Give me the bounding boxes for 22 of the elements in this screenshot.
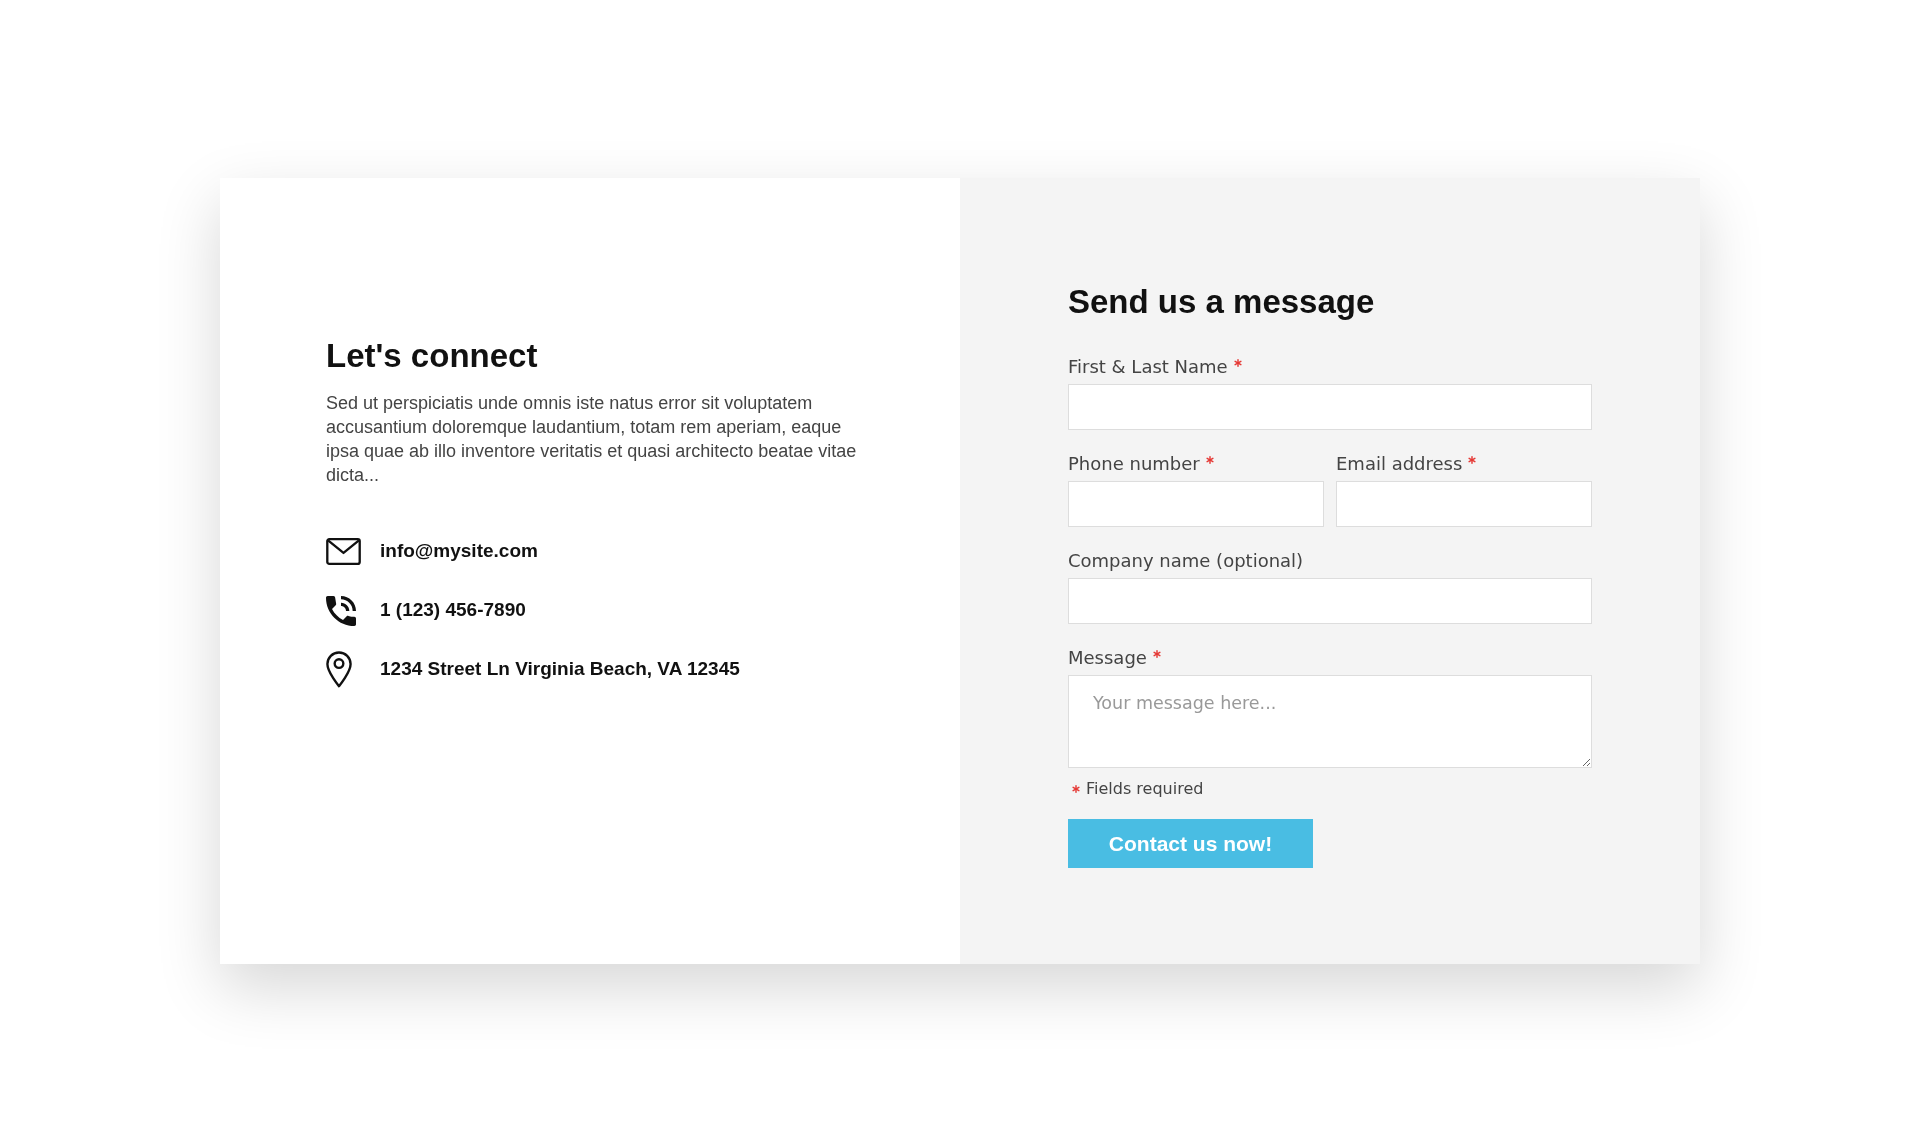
message-textarea[interactable]: Your message here...: [1068, 675, 1592, 768]
form-heading: Send us a message: [1068, 282, 1376, 322]
phone-icon: [326, 595, 356, 626]
map-pin-icon: [326, 651, 352, 688]
submit-button[interactable]: Contact us now!: [1068, 819, 1313, 868]
text-input[interactable]: [1336, 481, 1592, 527]
envelope-icon: [326, 538, 361, 565]
field-label: Message: [1068, 646, 1147, 670]
contact-heading: Let's connect: [326, 336, 539, 376]
field-label: Email address: [1336, 452, 1463, 476]
field-label: First & Last Name: [1068, 355, 1228, 379]
asterisk-icon: [1072, 785, 1080, 793]
phone-number: 1 (123) 456-7890: [380, 598, 526, 623]
required-note: Fields required: [1086, 779, 1204, 799]
field-label: Company name (optional): [1068, 549, 1304, 573]
email-address: info@mysite.com: [380, 539, 538, 564]
text-input[interactable]: [1068, 481, 1324, 527]
description-text: Sed ut perspiciatis unde omnis iste natus error sit voluptatem accusantium doloremque laudantium, totam rem aperiam, eaque ipsa quae ab illo inventore veritatis et quasi architecto beatae vitae dicta...: [326, 392, 858, 487]
field-label: Phone number: [1068, 452, 1200, 476]
text-input[interactable]: [1068, 384, 1592, 430]
text-input[interactable]: [1068, 578, 1592, 624]
street-address: 1234 Street Ln Virginia Beach, VA 12345: [380, 657, 740, 682]
